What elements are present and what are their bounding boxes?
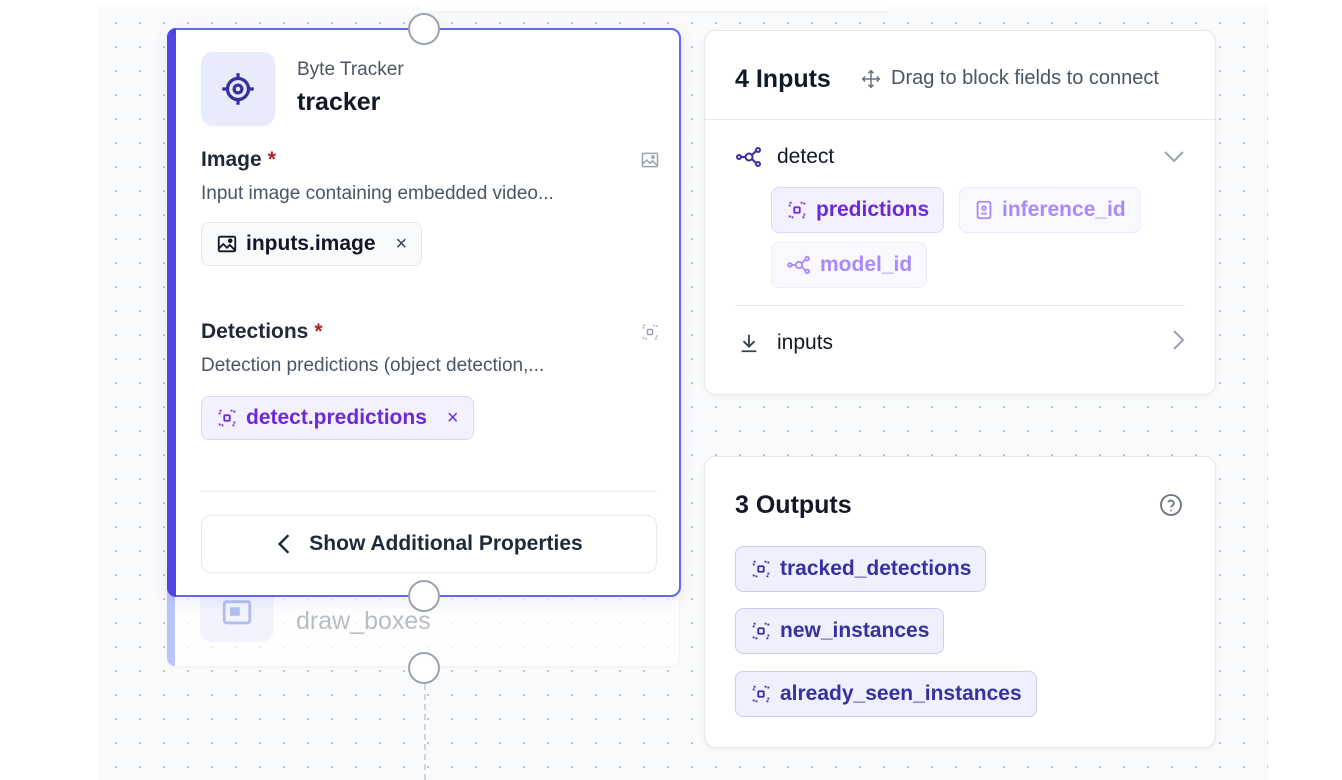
chevron-down-icon[interactable]: [1163, 145, 1185, 169]
remove-binding-icon[interactable]: ×: [396, 233, 408, 256]
detections-icon: [750, 683, 772, 705]
input-handle[interactable]: [408, 13, 440, 45]
chevron-right-icon[interactable]: [1171, 329, 1185, 357]
divider: [705, 119, 1215, 120]
detections-icon: [786, 199, 808, 221]
field-chip-predictions[interactable]: predictions: [771, 187, 945, 233]
detections-binding-chip[interactable]: detect.predictions ×: [201, 396, 474, 440]
divider: [201, 491, 657, 492]
help-icon[interactable]: [1159, 493, 1183, 517]
block-name: draw_boxes: [296, 607, 431, 635]
image-icon: [216, 233, 238, 255]
output-handle[interactable]: [408, 580, 440, 612]
previous-block-edge: [420, 5, 890, 11]
source-row-inputs[interactable]: inputs: [735, 323, 1185, 363]
image-binding-chip[interactable]: inputs.image ×: [201, 222, 423, 266]
block-name: tracker: [297, 88, 381, 116]
tracker-block[interactable]: Byte Tracker tracker Image * Input image …: [167, 28, 681, 597]
field-chip-inference-id[interactable]: inference_id: [959, 187, 1141, 233]
connector-line: [424, 684, 426, 780]
detections-icon: [750, 558, 772, 580]
detections-field-description: Detection predictions (object detection,…: [201, 355, 545, 376]
model-icon: [735, 146, 763, 168]
image-icon: [640, 150, 660, 170]
download-icon: [735, 332, 763, 354]
drag-hint: Drag to block fields to connect: [861, 67, 1159, 90]
chevron-left-icon: [275, 533, 293, 555]
source-row-detect[interactable]: detect: [735, 137, 1185, 177]
output-chip-already-seen-instances[interactable]: already_seen_instances: [735, 671, 1037, 717]
detections-field-title: Detections *: [201, 320, 323, 343]
binding-value: inputs.image: [246, 232, 376, 255]
detections-icon: [640, 322, 660, 342]
next-block-input-handle[interactable]: [408, 652, 440, 684]
source-name: inputs: [777, 331, 834, 354]
field-chip-model-id[interactable]: model_id: [771, 242, 928, 288]
model-icon: [786, 255, 812, 275]
outputs-title: 3 Outputs: [735, 491, 852, 519]
remove-binding-icon[interactable]: ×: [447, 407, 459, 430]
target-icon: [201, 52, 275, 126]
divider: [735, 305, 1185, 306]
inputs-panel: 4 Inputs Drag to block fields to connect…: [704, 30, 1216, 395]
inputs-title: 4 Inputs: [735, 65, 831, 93]
output-chip-new-instances[interactable]: new_instances: [735, 608, 945, 654]
block-type-label: Byte Tracker: [297, 59, 404, 80]
image-field-title: Image *: [201, 148, 276, 171]
binding-value: detect.predictions: [246, 406, 427, 429]
required-marker: *: [314, 320, 323, 343]
output-chip-tracked-detections[interactable]: tracked_detections: [735, 546, 987, 592]
block-accent-bar: [167, 28, 176, 597]
id-card-icon: [974, 199, 994, 221]
detections-icon: [750, 620, 772, 642]
outputs-panel: 3 Outputs tracked_detections new_instanc…: [704, 456, 1216, 748]
detections-icon: [216, 407, 238, 429]
required-marker: *: [267, 148, 276, 171]
source-name: detect: [777, 145, 835, 168]
move-icon: [861, 69, 881, 89]
image-field-description: Input image containing embedded video...: [201, 183, 554, 204]
show-additional-properties-button[interactable]: Show Additional Properties: [201, 515, 657, 573]
